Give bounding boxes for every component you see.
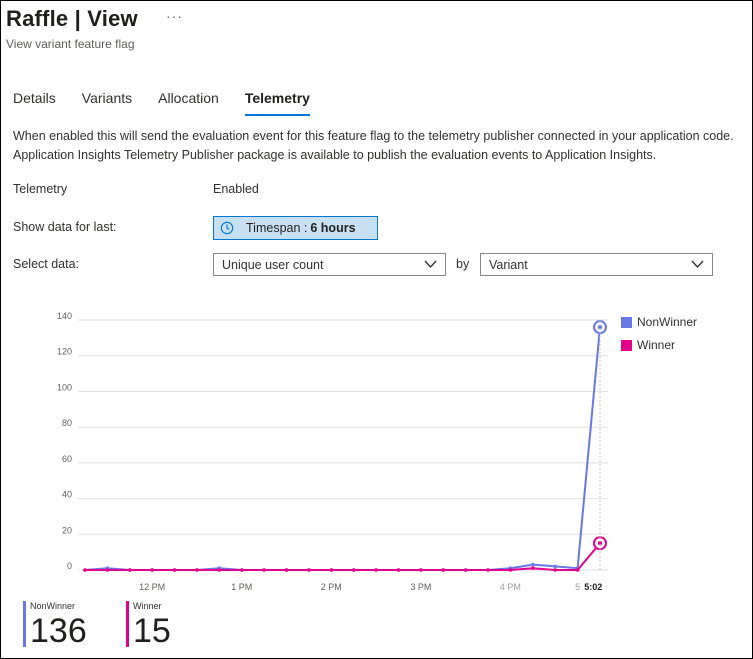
data-point: [486, 568, 490, 572]
x-tick-label: 12 PM: [139, 582, 165, 592]
y-tick-label: 120: [57, 347, 72, 357]
data-point: [508, 568, 513, 572]
more-options-button[interactable]: ···: [166, 8, 183, 24]
data-point: [284, 568, 289, 572]
data-point: [307, 568, 311, 572]
chevron-down-icon: [691, 260, 704, 268]
data-point: [463, 568, 468, 572]
data-point: [150, 568, 154, 572]
telemetry-chart: 140 120 100 80 60 40 20 0 12 PM 1 PM 2 PM 3 PM 4 PM 5…: [57, 311, 608, 592]
legend-swatch: [621, 316, 632, 328]
data-point: [195, 568, 199, 572]
data-point: [553, 564, 558, 569]
metric-select-value: Unique user count: [222, 257, 324, 272]
legend-label: NonWinner: [637, 315, 698, 329]
timespan-button[interactable]: Timespan : 6 hours: [213, 216, 378, 240]
stat-value: 15: [133, 612, 171, 650]
data-point: [531, 562, 535, 567]
timespan-value: 6 hours: [310, 221, 356, 235]
x-tick-label: 3 PM: [410, 582, 431, 592]
data-point: [105, 568, 110, 572]
timespan-prefix: Timespan :: [246, 221, 308, 235]
data-point: [419, 568, 423, 572]
legend-item-winner[interactable]: Winner: [621, 338, 675, 352]
x-tick-label: 1 PM: [231, 582, 252, 592]
data-point: [217, 568, 222, 572]
page-title: Raffle | View: [6, 6, 138, 31]
data-point: [83, 568, 87, 572]
data-point: [374, 568, 378, 572]
group-select-value: Variant: [489, 257, 528, 272]
stat-value: 136: [30, 612, 87, 650]
stat-nonwinner: NonWinner 136: [23, 601, 87, 649]
y-tick-label: 0: [67, 561, 72, 571]
tab-bar: Details Variants Allocation Telemetry: [13, 90, 336, 116]
show-data-label: Show data for last:: [13, 220, 117, 234]
data-point: [531, 566, 535, 571]
data-point: [553, 568, 558, 572]
x-tick-label: 5:02: [584, 582, 602, 592]
tab-variants[interactable]: Variants: [82, 90, 132, 116]
x-tick-label: 5: [575, 582, 580, 592]
chevron-down-icon: [424, 260, 437, 268]
tab-allocation[interactable]: Allocation: [158, 90, 219, 116]
legend-label: Winner: [637, 338, 676, 352]
data-point: [329, 568, 334, 572]
select-data-label: Select data:: [13, 257, 80, 271]
stat-name: NonWinner: [30, 601, 76, 611]
tab-details[interactable]: Details: [13, 90, 56, 116]
data-point: [239, 568, 244, 572]
stat-name: Winner: [133, 601, 162, 611]
telemetry-description: When enabled this will send the evaluati…: [13, 129, 734, 162]
x-tick-label: 2 PM: [321, 582, 342, 592]
series-line-nonwinner: [84, 327, 601, 571]
metric-select[interactable]: Unique user count: [213, 253, 446, 276]
y-tick-label: 20: [62, 525, 72, 535]
stat-color-bar: [23, 601, 26, 647]
y-tick-label: 100: [57, 382, 72, 392]
data-point: [127, 568, 132, 572]
x-tick-label: 4 PM: [500, 582, 521, 592]
clock-icon: [220, 221, 234, 235]
y-tick-label: 80: [62, 418, 72, 428]
tab-telemetry[interactable]: Telemetry: [244, 90, 311, 116]
data-point: [441, 568, 446, 572]
data-point: [351, 568, 356, 572]
telemetry-label: Telemetry: [13, 182, 68, 196]
page-subtitle: View variant feature flag: [6, 37, 135, 51]
stat-color-bar: [126, 601, 129, 647]
by-label: by: [456, 257, 470, 271]
data-point: [575, 568, 580, 572]
data-point: [172, 568, 177, 572]
legend-item-nonwinner[interactable]: NonWinner: [621, 315, 697, 329]
data-point: [262, 568, 266, 572]
y-tick-label: 140: [57, 311, 72, 321]
telemetry-status: Enabled: [213, 182, 259, 196]
y-tick-label: 60: [62, 454, 72, 464]
y-tick-label: 40: [62, 490, 72, 500]
data-point: [396, 568, 401, 572]
group-select[interactable]: Variant: [480, 253, 713, 276]
stat-winner: Winner 15: [126, 601, 171, 649]
legend-swatch: [621, 339, 632, 351]
